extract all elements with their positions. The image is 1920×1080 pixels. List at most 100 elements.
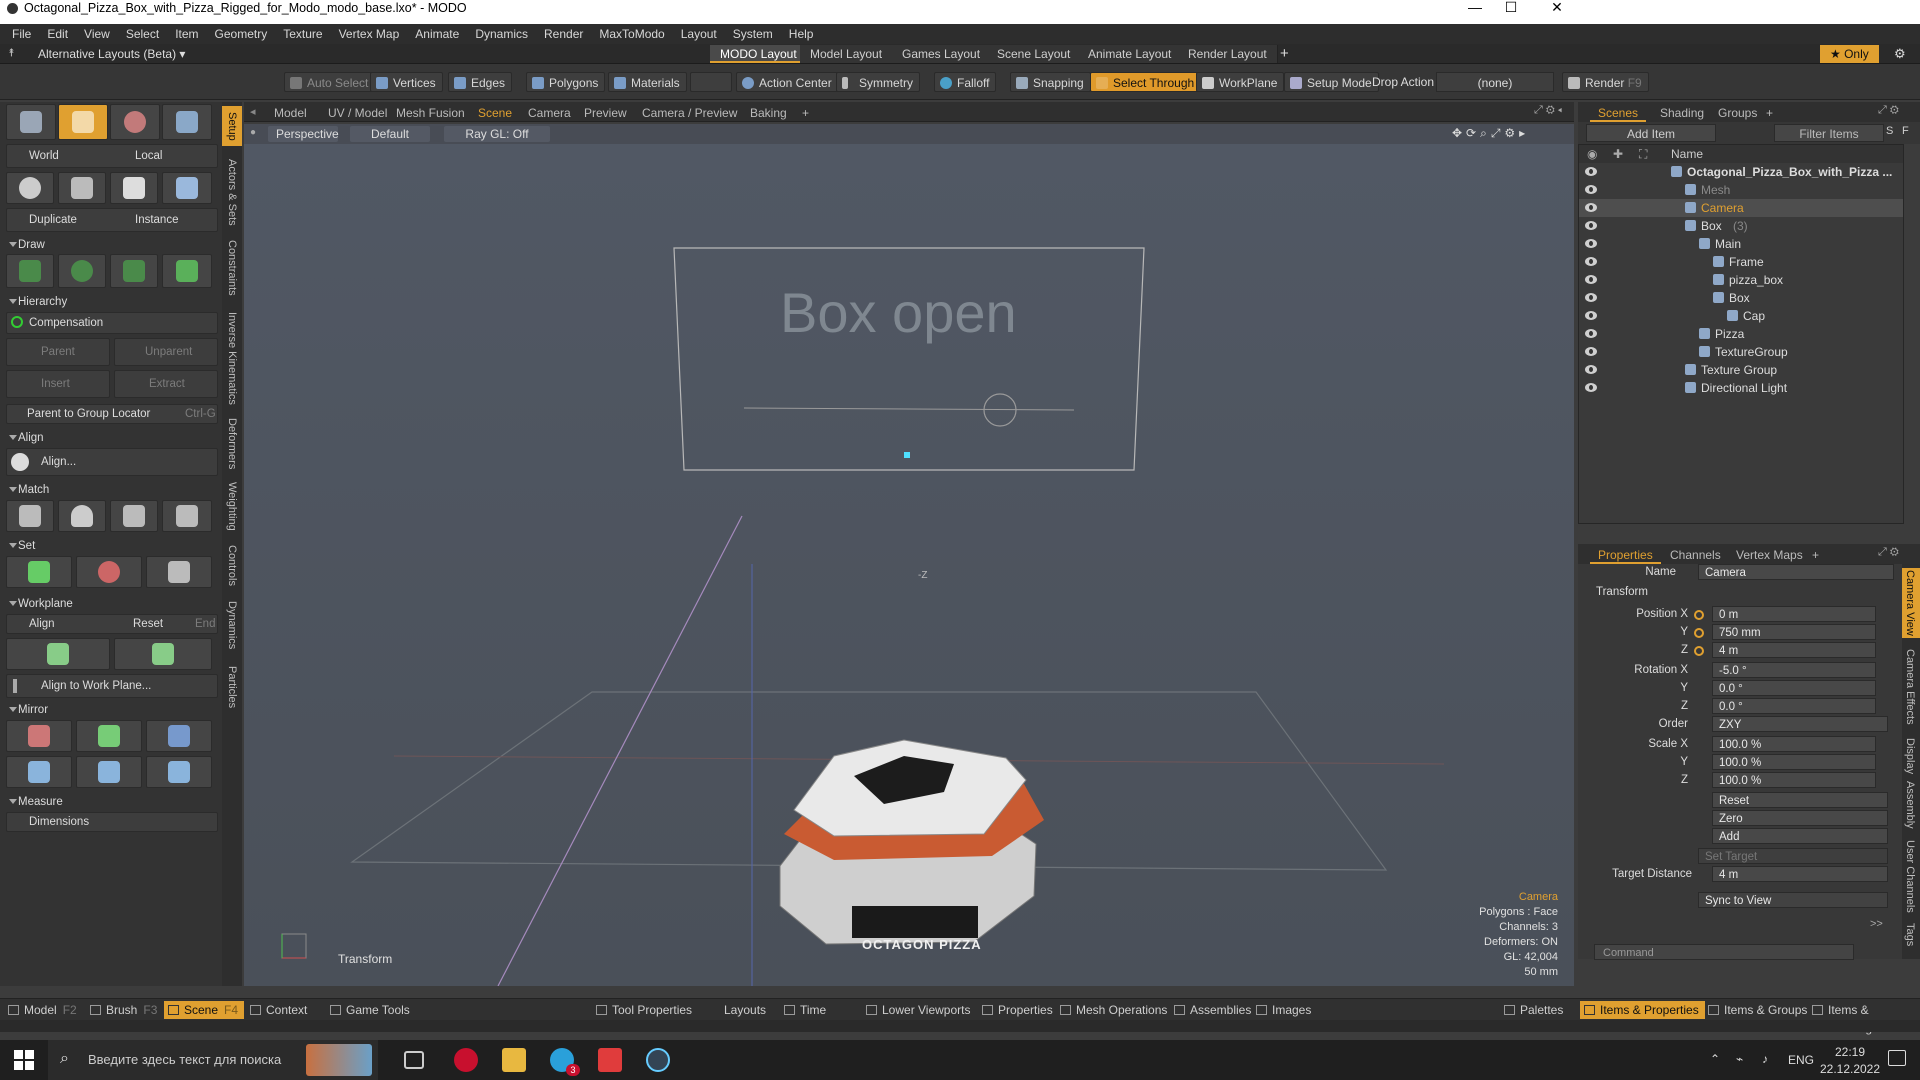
- vtab-camera-effects[interactable]: Camera Effects: [1902, 642, 1920, 732]
- match-section-header[interactable]: Match: [0, 482, 220, 498]
- set-target-button[interactable]: Set Target: [1698, 848, 1888, 864]
- menu-texture[interactable]: Texture: [275, 27, 330, 41]
- visibility-eye-icon[interactable]: [1585, 221, 1597, 230]
- viewport-tab-mesh-fusion[interactable]: Mesh Fusion: [388, 104, 473, 122]
- align-button[interactable]: Align...: [6, 448, 218, 476]
- add-item-dropdown[interactable]: Add Item: [1586, 124, 1716, 142]
- center-tool-button[interactable]: [6, 172, 54, 204]
- menu-file[interactable]: File: [4, 27, 39, 41]
- shading-dropdown[interactable]: Default: [350, 126, 430, 142]
- render-button[interactable]: Render F9: [1562, 72, 1649, 92]
- maximize-button[interactable]: ☐: [1488, 0, 1534, 24]
- rotation-z-field[interactable]: 0.0 °: [1712, 698, 1876, 714]
- align-section-header[interactable]: Align: [0, 430, 220, 446]
- clock-time[interactable]: 22:19: [1818, 1045, 1882, 1059]
- align-to-work-plane-button[interactable]: Align to Work Plane...: [6, 674, 218, 698]
- tab-model-layout[interactable]: Model Layout: [800, 45, 894, 63]
- properties-panel-options-icon[interactable]: ⤢ ⚙: [1878, 546, 1899, 559]
- insert-button[interactable]: Insert: [6, 370, 110, 398]
- add-scene-tab-button[interactable]: +: [1758, 104, 1781, 122]
- workplane-align-button[interactable]: Align: [29, 618, 55, 630]
- vtab-tags[interactable]: Tags: [1902, 920, 1920, 950]
- tab-scenes[interactable]: Scenes: [1590, 104, 1647, 122]
- language-indicator[interactable]: ENG: [1788, 1053, 1814, 1067]
- workplane-section-header[interactable]: Workplane: [0, 596, 220, 612]
- viewport-tab-camera-preview[interactable]: Camera / Preview: [634, 104, 745, 122]
- mirror-x-button[interactable]: [6, 720, 72, 752]
- menu-dynamics[interactable]: Dynamics: [467, 27, 536, 41]
- edges-button[interactable]: Edges: [448, 72, 513, 92]
- viewport-tab-uv-model[interactable]: UV / Model: [320, 104, 395, 122]
- position-y-keyframe-icon[interactable]: [1694, 628, 1704, 638]
- menu-maxtomodo[interactable]: MaxToModo: [591, 27, 672, 41]
- visibility-eye-icon[interactable]: [1585, 275, 1597, 284]
- measure-section-header[interactable]: Measure: [0, 794, 220, 810]
- pizza-box-model[interactable]: [779, 739, 1044, 945]
- select-tool-button[interactable]: [6, 104, 56, 140]
- compensation-toggle[interactable]: Compensation: [6, 312, 218, 334]
- time-button[interactable]: Time: [780, 1001, 832, 1019]
- tab-shading[interactable]: Shading: [1652, 104, 1712, 122]
- vtab-dynamics[interactable]: Dynamics: [222, 594, 242, 656]
- sync-to-view-button[interactable]: Sync to View: [1698, 892, 1888, 908]
- polygons-button[interactable]: Polygons: [526, 72, 606, 92]
- scale-y-field[interactable]: 100.0 %: [1712, 754, 1876, 770]
- add-viewport-tab-button[interactable]: +: [794, 104, 817, 122]
- element-move-button[interactable]: [110, 172, 158, 204]
- vtab-display[interactable]: Display: [1902, 736, 1920, 776]
- transform-tool-button[interactable]: [58, 172, 106, 204]
- menu-geometry[interactable]: Geometry: [207, 27, 276, 41]
- vtab-setup[interactable]: Setup: [222, 106, 242, 146]
- name-column-header[interactable]: Name: [1671, 145, 1703, 163]
- scene-item-row[interactable]: Box: [1579, 289, 1903, 307]
- notifications-icon[interactable]: [1888, 1050, 1906, 1066]
- task-view-icon[interactable]: [404, 1051, 424, 1069]
- file-explorer-icon[interactable]: [502, 1048, 526, 1072]
- scene-item-row[interactable]: Cap: [1579, 307, 1903, 325]
- viewport-tab-baking[interactable]: Baking: [742, 104, 795, 122]
- match-transform-button[interactable]: [162, 500, 212, 532]
- scene-item-row[interactable]: Frame: [1579, 253, 1903, 271]
- filter-items-input[interactable]: Filter Items: [1774, 124, 1884, 142]
- vtab-weighting[interactable]: Weighting: [222, 476, 242, 536]
- workplane-from-selection-button[interactable]: [6, 638, 110, 670]
- context-button[interactable]: Context: [246, 1001, 313, 1019]
- tab-channels[interactable]: Channels: [1662, 546, 1729, 564]
- game-tools-button[interactable]: Game Tools: [326, 1001, 416, 1019]
- add-properties-tab-button[interactable]: +: [1804, 546, 1827, 564]
- scale-x-field[interactable]: 100.0 %: [1712, 736, 1876, 752]
- app-red-icon[interactable]: [598, 1048, 622, 1072]
- reset-dropdown[interactable]: Reset: [1712, 792, 1888, 808]
- action-center-button[interactable]: Action Center: [736, 72, 839, 92]
- items-groups-button[interactable]: Items & Groups: [1704, 1001, 1813, 1019]
- scene-item-row[interactable]: Mesh: [1579, 181, 1903, 199]
- visibility-eye-icon[interactable]: [1585, 293, 1597, 302]
- mirror-cube-y-button[interactable]: [76, 756, 142, 788]
- scene-item-row[interactable]: Main: [1579, 235, 1903, 253]
- visibility-eye-icon[interactable]: [1585, 383, 1597, 392]
- position-z-keyframe-icon[interactable]: [1694, 646, 1704, 656]
- vertices-button[interactable]: Vertices: [370, 72, 443, 92]
- world-button[interactable]: World: [29, 150, 59, 162]
- add-dropdown[interactable]: Add: [1712, 828, 1888, 844]
- extract-button[interactable]: Extract: [114, 370, 218, 398]
- set-scale-button[interactable]: [146, 556, 212, 588]
- target-distance-field[interactable]: 4 m: [1712, 866, 1888, 882]
- mirror-cube-x-button[interactable]: [6, 756, 72, 788]
- visibility-eye-icon[interactable]: [1585, 185, 1597, 194]
- menu-item[interactable]: Item: [167, 27, 206, 41]
- items-properties-button[interactable]: Items & Properties: [1580, 1001, 1705, 1019]
- viewport-nav-icons[interactable]: ✥⟳⌕⤢⚙▸: [1452, 126, 1529, 141]
- symmetry-button[interactable]: Symmetry: [836, 72, 920, 92]
- vtab-camera-view[interactable]: Camera View: [1902, 568, 1920, 638]
- more-button[interactable]: >>: [1870, 918, 1883, 930]
- scene-item-row[interactable]: Box (3): [1579, 217, 1903, 235]
- menu-system[interactable]: System: [725, 27, 781, 41]
- scene-item-row[interactable]: Pizza: [1579, 325, 1903, 343]
- network-icon[interactable]: ⌁: [1736, 1052, 1743, 1066]
- perspective-dropdown[interactable]: Perspective: [268, 126, 339, 142]
- setup-mode-button[interactable]: Setup Mode: [1284, 72, 1379, 92]
- tab-modo-layout[interactable]: MODO Layout: [710, 45, 808, 63]
- 3d-viewport[interactable]: Box open OCTAGON PIZZA -Z Transform Came…: [244, 144, 1574, 986]
- visibility-eye-icon[interactable]: [1585, 329, 1597, 338]
